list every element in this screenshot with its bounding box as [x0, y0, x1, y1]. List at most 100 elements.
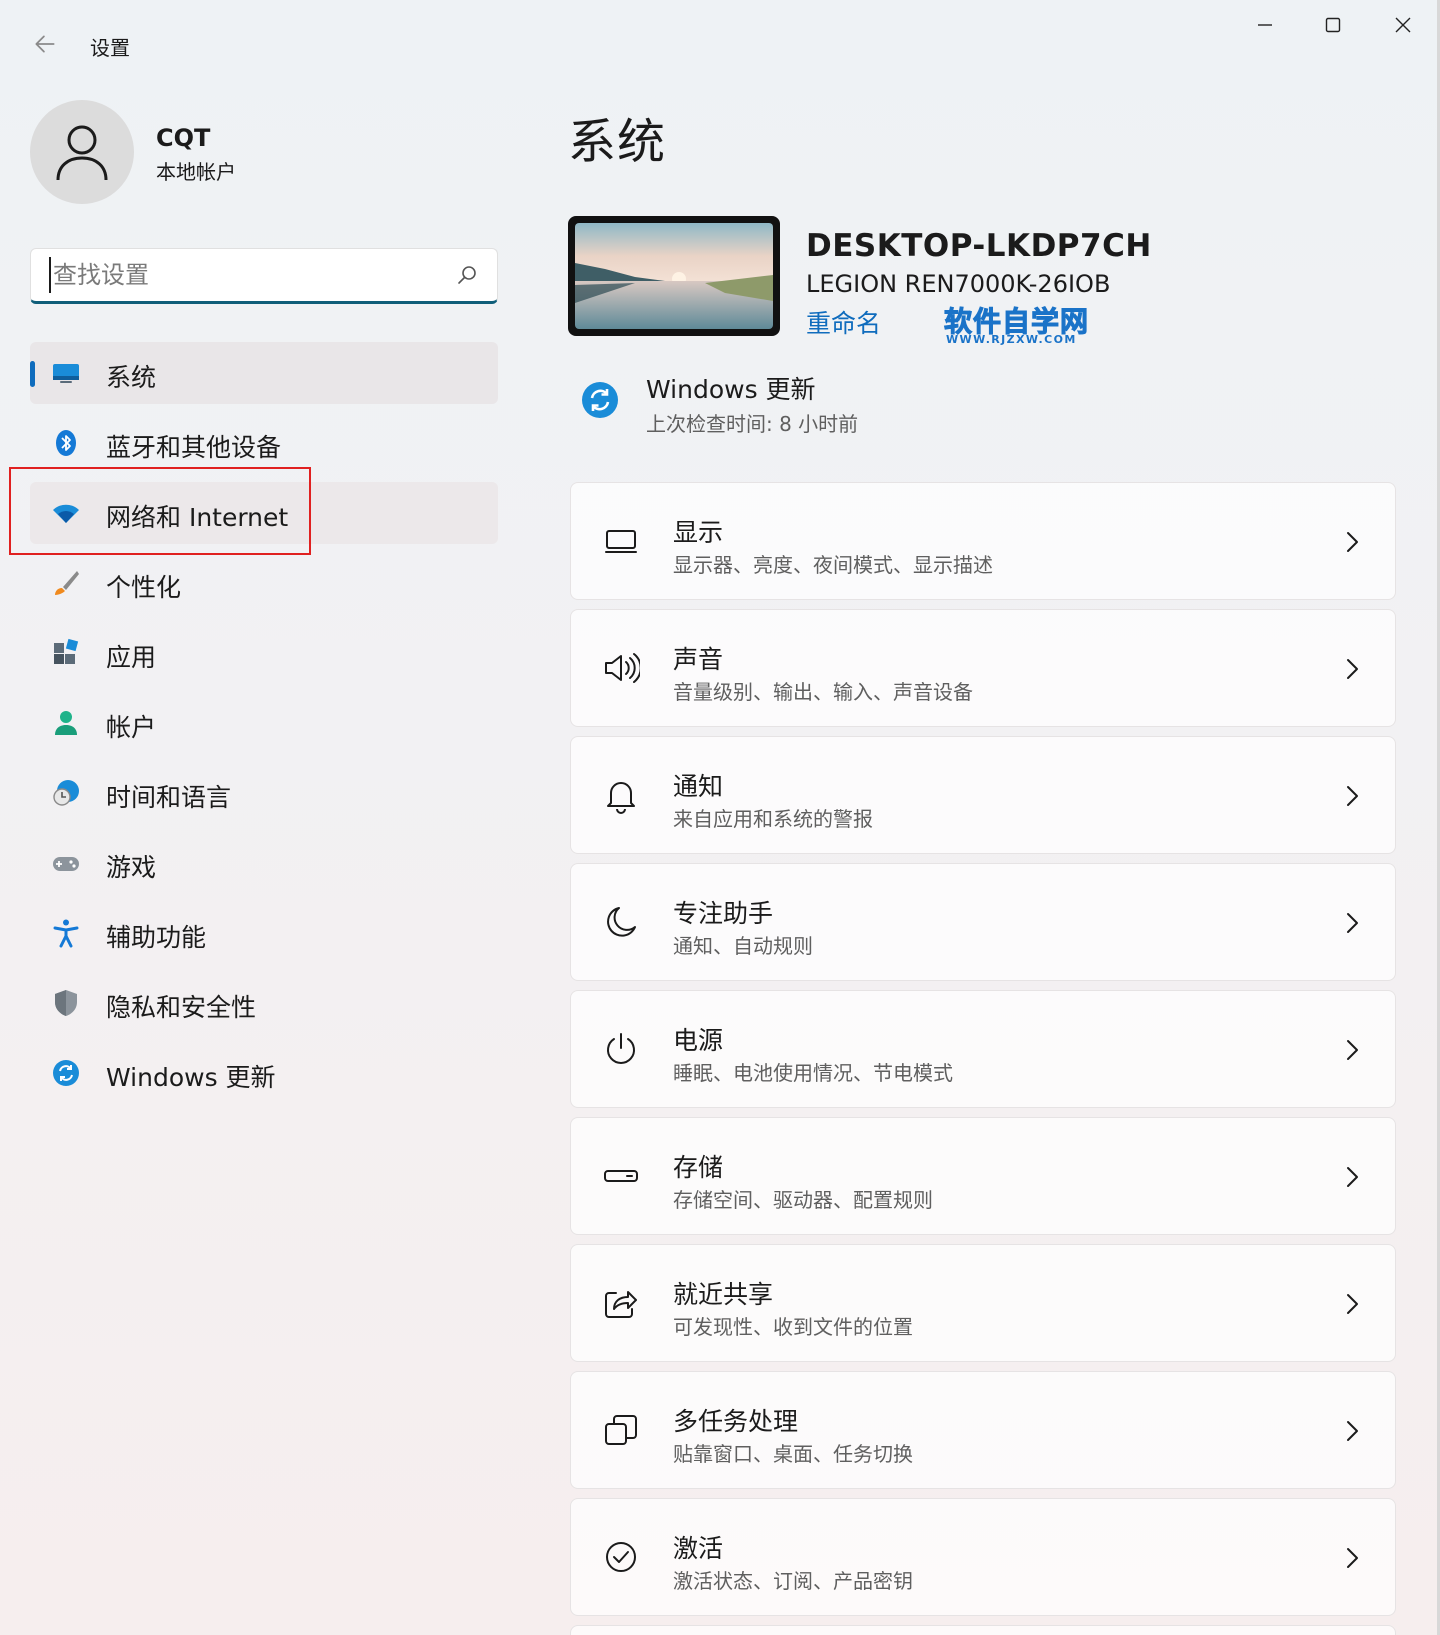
title-bar: 设置 [0, 0, 1440, 90]
chevron-right-icon [1341, 1162, 1363, 1192]
card-multitasking[interactable]: 多任务处理 贴靠窗口、桌面、任务切换 [570, 1371, 1396, 1489]
card-nearby-sharing[interactable]: 就近共享 可发现性、收到文件的位置 [570, 1244, 1396, 1362]
card-subtitle: 激活状态、订阅、产品密钥 [673, 1569, 913, 1593]
sidebar-item-label: 辅助功能 [106, 923, 207, 952]
sidebar-item-privacy[interactable]: 隐私和安全性 [30, 972, 498, 1034]
card-title: 电源 [673, 1026, 724, 1055]
card-sound[interactable]: 声音 音量级别、输出、输入、声音设备 [570, 609, 1396, 727]
sidebar-item-label: 游戏 [106, 853, 157, 882]
card-subtitle: 通知、自动规则 [673, 934, 813, 958]
minimize-icon [1258, 24, 1272, 26]
display-icon [50, 357, 82, 389]
update-icon [50, 1057, 82, 1089]
chevron-right-icon [1341, 1035, 1363, 1065]
card-storage[interactable]: 存储 存储空间、驱动器、配置规则 [570, 1117, 1396, 1235]
shield-icon [50, 987, 82, 1019]
user-profile[interactable]: CQT 本地帐户 [30, 100, 510, 208]
update-title: Windows 更新 [646, 375, 816, 404]
card-focus-assist[interactable]: 专注助手 通知、自动规则 [570, 863, 1396, 981]
card-activation[interactable]: 激活 激活状态、订阅、产品密钥 [570, 1498, 1396, 1616]
watermark-url: WWW.RJZXW.COM [946, 333, 1077, 346]
search-box[interactable] [30, 248, 498, 304]
minimize-button[interactable] [1230, 0, 1300, 50]
user-name: CQT [156, 124, 211, 152]
person-outline-icon [56, 125, 108, 181]
card-partial-next[interactable] [570, 1625, 1396, 1635]
card-subtitle: 可发现性、收到文件的位置 [673, 1315, 913, 1339]
update-subtitle: 上次检查时间: 8 小时前 [646, 412, 859, 436]
device-wallpaper-thumbnail [568, 216, 780, 336]
accessibility-icon [50, 917, 82, 949]
chevron-right-icon [1341, 781, 1363, 811]
sidebar-item-personalization[interactable]: 个性化 [30, 552, 498, 614]
apps-icon [50, 637, 82, 669]
sidebar-item-label: 隐私和安全性 [106, 993, 257, 1022]
card-subtitle: 睡眠、电池使用情况、节电模式 [673, 1061, 953, 1085]
card-title: 声音 [673, 645, 724, 674]
speaker-icon [601, 648, 641, 688]
maximize-icon [1325, 17, 1341, 33]
close-icon [1395, 17, 1411, 33]
sidebar-item-windows-update[interactable]: Windows 更新 [30, 1042, 498, 1104]
card-title: 激活 [673, 1534, 724, 1563]
card-subtitle: 来自应用和系统的警报 [673, 807, 873, 831]
sidebar-item-label: 时间和语言 [106, 783, 232, 812]
sidebar-item-label: 帐户 [106, 713, 157, 742]
card-notifications[interactable]: 通知 来自应用和系统的警报 [570, 736, 1396, 854]
bluetooth-icon [50, 427, 82, 459]
globe-clock-icon [50, 777, 82, 809]
maximize-button[interactable] [1298, 0, 1368, 50]
sidebar-item-bluetooth[interactable]: 蓝牙和其他设备 [30, 412, 498, 474]
sidebar-item-apps[interactable]: 应用 [30, 622, 498, 684]
landscape-image [575, 223, 773, 329]
page-title: 系统 [568, 114, 667, 170]
chevron-right-icon [1341, 654, 1363, 684]
share-icon [601, 1283, 641, 1323]
chevron-right-icon [1341, 908, 1363, 938]
check-circle-icon [601, 1537, 641, 1577]
sidebar-item-label: Windows 更新 [106, 1063, 276, 1092]
bell-icon [601, 775, 641, 815]
storage-icon [601, 1156, 641, 1196]
sidebar-item-label: 蓝牙和其他设备 [106, 433, 282, 462]
back-button[interactable] [28, 24, 62, 64]
highlight-box [9, 467, 311, 555]
card-subtitle: 音量级别、输出、输入、声音设备 [673, 680, 973, 704]
sidebar-item-accessibility[interactable]: 辅助功能 [30, 902, 498, 964]
account-type: 本地帐户 [156, 160, 236, 184]
chevron-right-icon [1341, 1289, 1363, 1319]
arrow-left-icon [35, 35, 55, 53]
brush-icon [50, 567, 82, 599]
card-title: 专注助手 [673, 899, 774, 928]
rename-link[interactable]: 重命名 [806, 304, 881, 340]
sidebar-item-accounts[interactable]: 帐户 [30, 692, 498, 754]
watermark-logo: 软件自学网 WWW.RJZXW.COM [943, 300, 1094, 348]
sidebar-item-system[interactable]: 系统 [30, 342, 498, 404]
sidebar-item-label: 个性化 [106, 573, 182, 602]
card-title: 通知 [673, 772, 724, 801]
selection-indicator [30, 361, 35, 387]
card-power[interactable]: 电源 睡眠、电池使用情况、节电模式 [570, 990, 1396, 1108]
sidebar-item-label: 应用 [106, 643, 157, 672]
chevron-right-icon [1341, 1543, 1363, 1573]
search-input[interactable] [49, 257, 449, 293]
update-icon [582, 382, 618, 418]
monitor-icon [601, 521, 641, 561]
card-title: 就近共享 [673, 1280, 774, 1309]
multitask-icon [601, 1410, 641, 1450]
card-display[interactable]: 显示 显示器、亮度、夜间模式、显示描述 [570, 482, 1396, 600]
sidebar-item-time-language[interactable]: 时间和语言 [30, 762, 498, 824]
close-button[interactable] [1368, 0, 1438, 50]
card-subtitle: 存储空间、驱动器、配置规则 [673, 1188, 933, 1212]
settings-window: 设置 CQT 本地帐户 查找设置 系统 蓝牙和其他设备 网络和 Internet… [0, 0, 1440, 1635]
moon-icon [601, 902, 641, 942]
card-title: 显示 [673, 518, 724, 547]
card-title: 多任务处理 [673, 1407, 799, 1436]
sidebar-item-label: 系统 [106, 363, 157, 392]
sidebar-item-gaming[interactable]: 游戏 [30, 832, 498, 894]
app-title: 设置 [90, 36, 130, 60]
search-icon[interactable] [455, 263, 479, 287]
device-model: LEGION REN7000K-26IOB [806, 270, 1111, 298]
windows-update-status[interactable]: Windows 更新 上次检查时间: 8 小时前 [576, 366, 1076, 436]
card-subtitle: 显示器、亮度、夜间模式、显示描述 [673, 553, 993, 577]
